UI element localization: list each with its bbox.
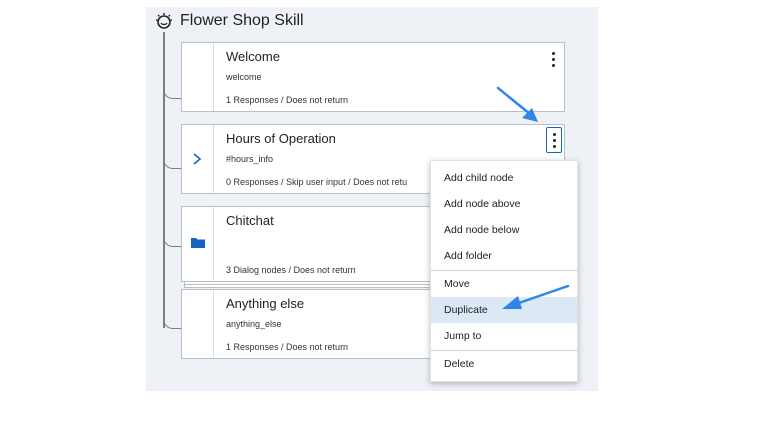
node-meta: 1 Responses / Does not return — [226, 95, 349, 105]
node-gutter — [182, 43, 214, 111]
node-name: Hours of Operation — [226, 131, 336, 146]
ibm-watson-icon — [155, 13, 173, 29]
menu-item-add-folder[interactable]: Add folder — [431, 243, 577, 269]
menu-item-delete[interactable]: Delete — [431, 351, 577, 377]
node-context-menu: Add child node Add node above Add node b… — [430, 160, 578, 382]
node-gutter — [182, 290, 214, 358]
tree-branch — [163, 314, 182, 329]
menu-item-add-node-below[interactable]: Add node below — [431, 217, 577, 243]
overflow-menu-icon[interactable] — [546, 127, 562, 153]
skill-title: Flower Shop Skill — [180, 12, 304, 29]
tree-branch — [163, 154, 182, 169]
node-name: Anything else — [226, 296, 305, 311]
tree-branch — [163, 232, 182, 247]
tree-connector — [163, 32, 165, 328]
node-name: Welcome — [226, 49, 280, 64]
folder-icon — [191, 238, 205, 248]
node-condition: welcome — [226, 72, 262, 82]
node-meta: 1 Responses / Does not return — [226, 342, 349, 352]
annotation-arrow-icon — [496, 86, 538, 122]
node-gutter — [182, 125, 214, 193]
node-meta: 3 Dialog nodes / Does not return — [226, 265, 356, 275]
chevron-right-icon[interactable] — [192, 153, 202, 165]
menu-item-add-node-above[interactable]: Add node above — [431, 191, 577, 217]
overflow-menu-icon[interactable] — [546, 48, 560, 70]
menu-item-jump-to[interactable]: Jump to — [431, 323, 577, 349]
annotation-arrow-icon — [502, 284, 570, 309]
node-condition: #hours_info — [226, 154, 274, 164]
node-name: Chitchat — [226, 213, 274, 228]
tree-branch — [163, 84, 182, 99]
node-condition: anything_else — [226, 319, 282, 329]
skill-header: Flower Shop Skill — [154, 9, 304, 33]
node-meta: 0 Responses / Skip user input / Does not… — [226, 177, 408, 187]
node-gutter — [182, 207, 214, 281]
menu-item-add-child-node[interactable]: Add child node — [431, 165, 577, 191]
